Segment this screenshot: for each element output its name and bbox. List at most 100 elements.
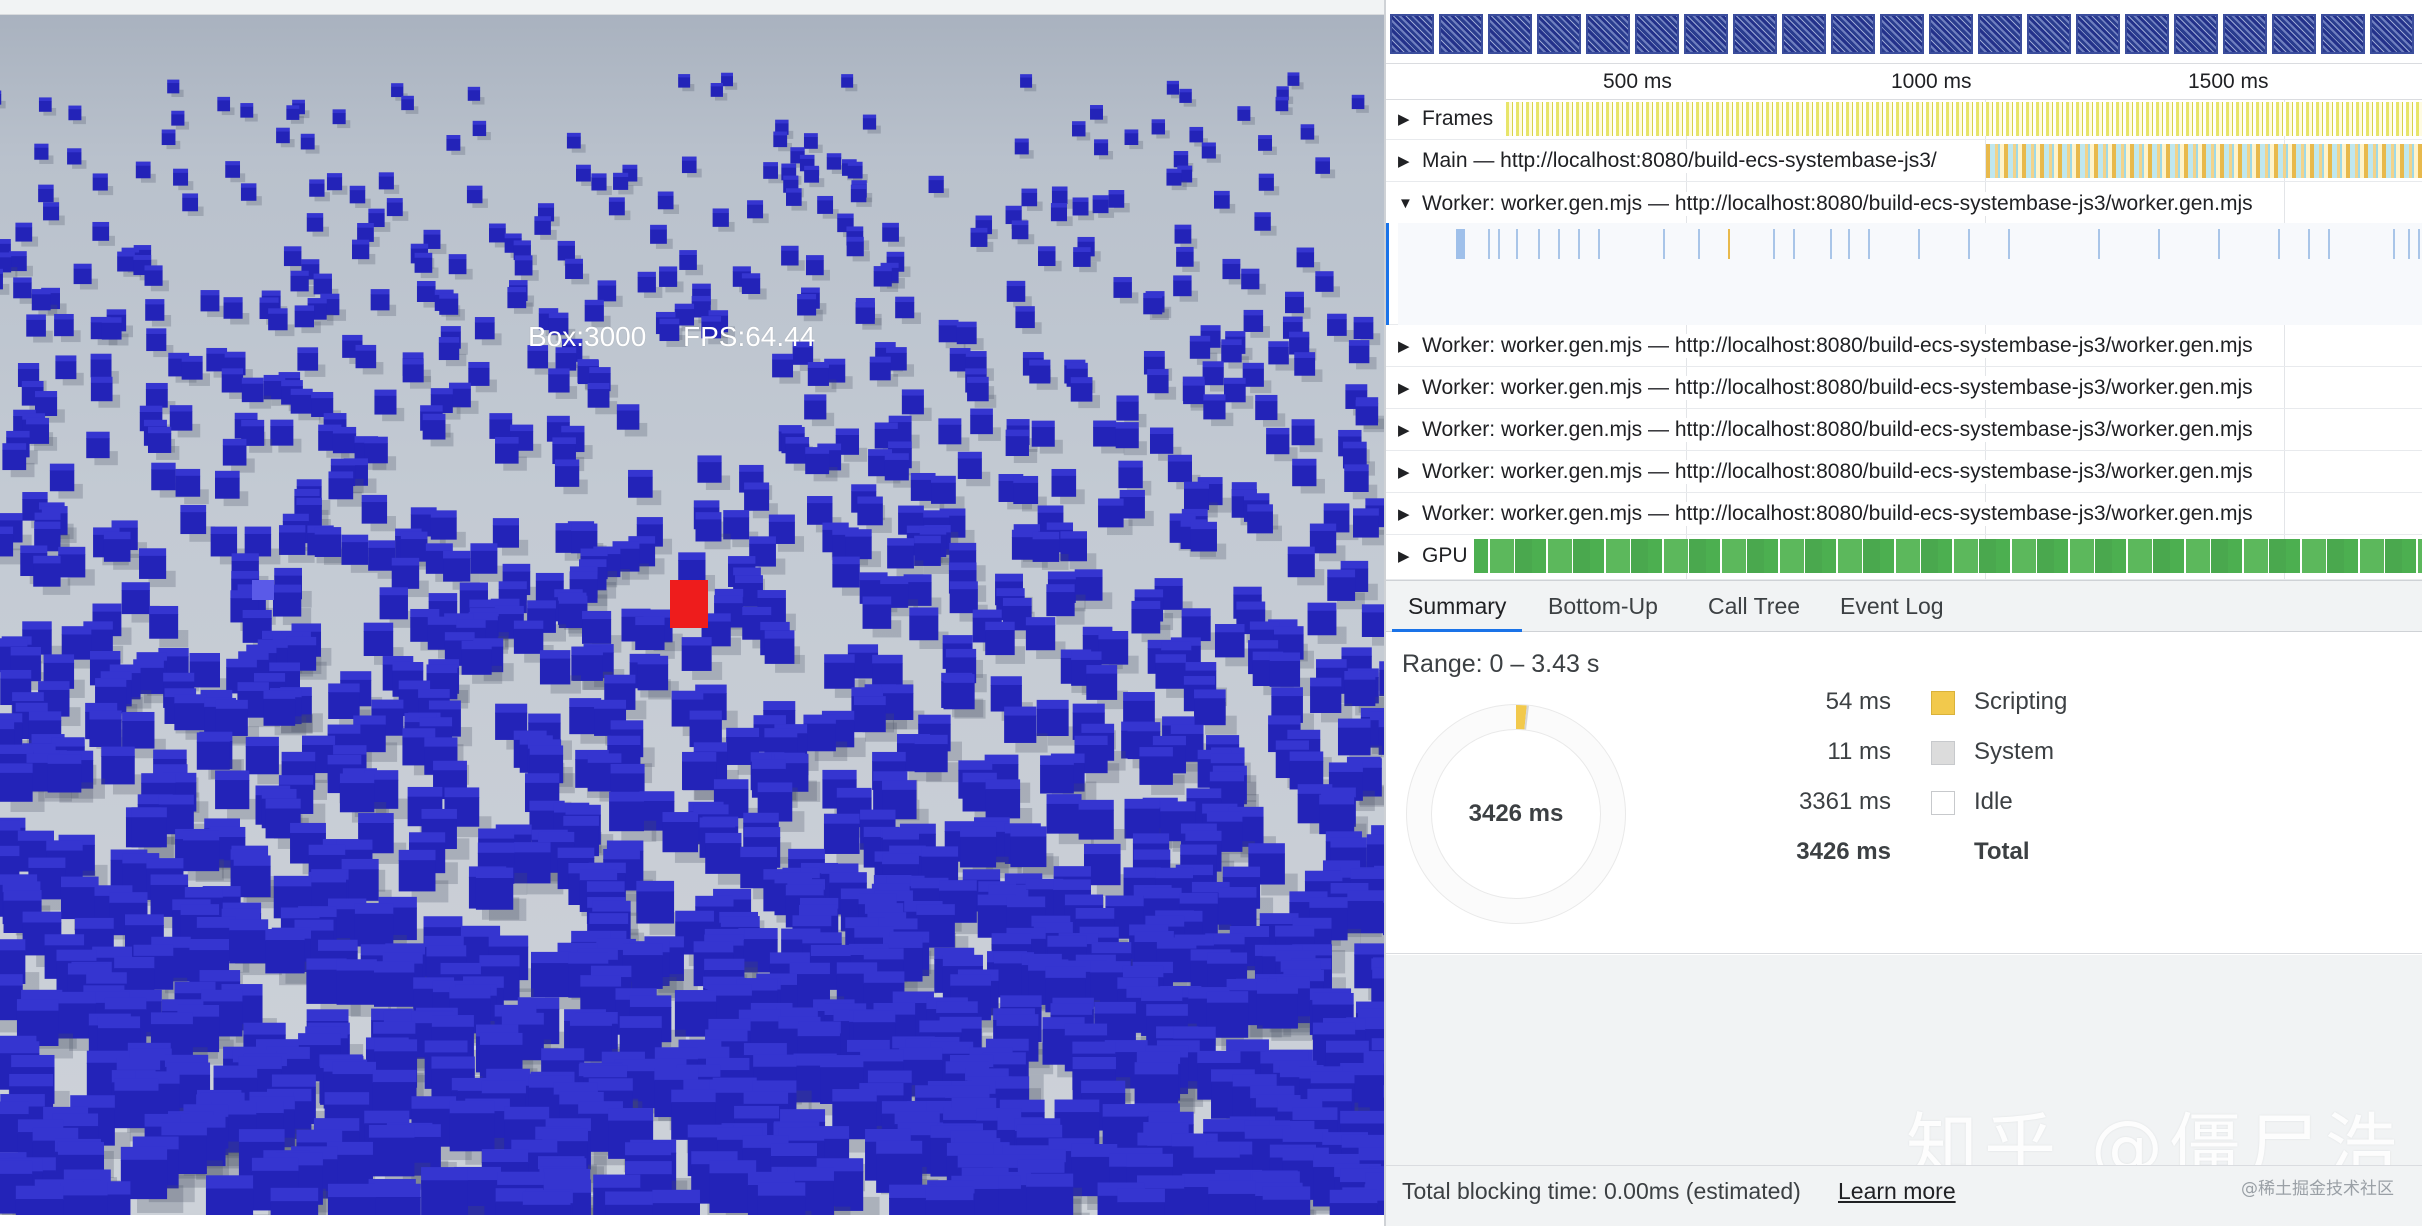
- track-label-worker: Worker: worker.gen.mjs — http://localhos…: [1422, 376, 2257, 400]
- tab-event-log[interactable]: Event Log: [1824, 581, 1960, 632]
- blue-cube: [805, 255, 830, 281]
- blue-cube: [1020, 74, 1037, 92]
- worker-task-bar[interactable]: [1558, 229, 1560, 259]
- screenshot-thumbnail[interactable]: [1439, 14, 1483, 54]
- worker-task-bar[interactable]: [2308, 229, 2310, 259]
- worker-task-bar[interactable]: [1462, 229, 1465, 259]
- worker-task-bar[interactable]: [2098, 229, 2100, 259]
- worker-task-bar[interactable]: [1830, 229, 1832, 259]
- screenshot-thumbnail[interactable]: [2125, 14, 2169, 54]
- track-worker-4[interactable]: ▶ Worker: worker.gen.mjs — http://localh…: [1386, 409, 2422, 451]
- screenshot-filmstrip[interactable]: [1386, 0, 2422, 64]
- screenshot-thumbnail[interactable]: [2027, 14, 2071, 54]
- track-frames[interactable]: ▶ Frames: [1386, 98, 2422, 140]
- screenshot-thumbnail[interactable]: [1733, 14, 1777, 54]
- expand-arrow-icon[interactable]: ▶: [1398, 421, 1410, 439]
- track-worker-2[interactable]: ▶ Worker: worker.gen.mjs — http://localh…: [1386, 325, 2422, 367]
- worker-task-bar[interactable]: [2278, 229, 2280, 259]
- worker-task-bar[interactable]: [2008, 229, 2010, 259]
- expand-arrow-icon[interactable]: ▶: [1398, 152, 1410, 170]
- track-label-worker: Worker: worker.gen.mjs — http://localhos…: [1422, 334, 2257, 358]
- track-worker-expanded[interactable]: ▼ Worker: worker.gen.mjs — http://localh…: [1386, 183, 2422, 325]
- track-gpu[interactable]: ▶ GPU: [1386, 535, 2422, 580]
- screenshot-thumbnail[interactable]: [1684, 14, 1728, 54]
- worker-task-bar[interactable]: [1868, 229, 1870, 259]
- worker-task-bar[interactable]: [1968, 229, 1970, 259]
- blue-cube: [882, 222, 905, 247]
- webgl-canvas[interactable]: Box:3000 FPS:64.44: [0, 15, 1384, 1215]
- worker-task-bar[interactable]: [1773, 229, 1775, 259]
- screenshot-thumbnail[interactable]: [1782, 14, 1826, 54]
- expand-arrow-icon[interactable]: ▶: [1398, 505, 1410, 523]
- blue-cube: [297, 347, 326, 377]
- frames-bars[interactable]: [1506, 102, 2422, 136]
- screenshot-thumbnail[interactable]: [2076, 14, 2120, 54]
- expand-arrow-icon[interactable]: ▶: [1398, 463, 1410, 481]
- blue-cube: [349, 185, 371, 209]
- blue-cube: [149, 605, 189, 648]
- track-worker-6[interactable]: ▶ Worker: worker.gen.mjs — http://localh…: [1386, 493, 2422, 535]
- track-worker-5[interactable]: ▶ Worker: worker.gen.mjs — http://localh…: [1386, 451, 2422, 493]
- blue-cube: [1292, 458, 1325, 494]
- screenshot-thumbnail[interactable]: [2272, 14, 2316, 54]
- collapse-arrow-icon[interactable]: ▼: [1398, 195, 1413, 212]
- worker-task-bar[interactable]: [2393, 229, 2395, 259]
- tab-bottom-up[interactable]: Bottom-Up: [1532, 581, 1674, 632]
- screenshot-thumbnail[interactable]: [1586, 14, 1630, 54]
- legend-row-total: 3426 ms Total: [1691, 838, 2191, 878]
- tab-summary[interactable]: Summary: [1392, 581, 1523, 632]
- expand-arrow-icon[interactable]: ▶: [1398, 547, 1410, 565]
- screenshot-thumbnail[interactable]: [1635, 14, 1679, 54]
- worker-task-bar[interactable]: [2218, 229, 2220, 259]
- worker-task-bar[interactable]: [2158, 229, 2160, 259]
- legend-row-system: 11 ms System: [1691, 738, 2191, 778]
- track-main[interactable]: ▶ Main — http://localhost:8080/build-ecs…: [1386, 140, 2422, 182]
- track-label-worker: Worker: worker.gen.mjs — http://localhos…: [1422, 460, 2257, 484]
- worker-task-bar[interactable]: [1793, 229, 1795, 259]
- worker-task-bar[interactable]: [1848, 229, 1850, 259]
- screenshot-thumbnail[interactable]: [1978, 14, 2022, 54]
- worker-task-bar[interactable]: [1663, 229, 1665, 259]
- worker-task-bar[interactable]: [2328, 229, 2330, 259]
- worker-task-bar[interactable]: [1538, 229, 1540, 259]
- screenshot-thumbnail[interactable]: [1390, 14, 1434, 54]
- worker-task-bar[interactable]: [1498, 229, 1500, 259]
- screenshot-thumbnail[interactable]: [1929, 14, 1973, 54]
- worker-task-bar[interactable]: [2418, 229, 2420, 259]
- worker-task-bar[interactable]: [2408, 229, 2410, 259]
- screenshot-thumbnail[interactable]: [1880, 14, 1924, 54]
- blue-cube: [374, 389, 405, 422]
- tab-call-tree[interactable]: Call Tree: [1692, 581, 1816, 632]
- gpu-activity[interactable]: [1474, 539, 2422, 573]
- track-worker-header[interactable]: ▼ Worker: worker.gen.mjs — http://localh…: [1386, 183, 2422, 225]
- blue-cube: [1243, 309, 1270, 338]
- expand-arrow-icon[interactable]: ▶: [1398, 379, 1410, 397]
- worker-task-bar[interactable]: [1516, 229, 1518, 259]
- track-worker-3[interactable]: ▶ Worker: worker.gen.mjs — http://localh…: [1386, 367, 2422, 409]
- devtools-performance-panel: 500 ms 1000 ms 1500 ms ▶ Frames ▶ Main —…: [1384, 0, 2422, 1226]
- screenshot-thumbnail[interactable]: [1488, 14, 1532, 54]
- screenshot-thumbnail[interactable]: [1537, 14, 1581, 54]
- screenshot-thumbnail[interactable]: [2321, 14, 2365, 54]
- blue-cube: [957, 451, 991, 487]
- screenshot-thumbnail[interactable]: [2370, 14, 2414, 54]
- blue-cube: [92, 221, 115, 246]
- blue-cube: [1014, 138, 1034, 159]
- worker-task-bar[interactable]: [1698, 229, 1700, 259]
- expand-arrow-icon[interactable]: ▶: [1398, 337, 1410, 355]
- blue-cube: [1254, 212, 1277, 236]
- learn-more-link[interactable]: Learn more: [1838, 1178, 1956, 1205]
- worker-task-bar[interactable]: [1598, 229, 1600, 259]
- worker-task-bar[interactable]: [1918, 229, 1920, 259]
- expand-arrow-icon[interactable]: ▶: [1398, 110, 1410, 128]
- worker-task-bar[interactable]: [1578, 229, 1580, 259]
- worker-task-bar[interactable]: [1488, 229, 1490, 259]
- worker-task-bar[interactable]: [1728, 229, 1730, 259]
- screenshot-thumbnail[interactable]: [2174, 14, 2218, 54]
- screenshot-thumbnail[interactable]: [1831, 14, 1875, 54]
- blue-cube: [637, 271, 663, 298]
- main-thread-activity[interactable]: [1986, 144, 2422, 178]
- track-label-main: Main — http://localhost:8080/build-ecs-s…: [1422, 149, 1941, 173]
- worker-flame-area[interactable]: [1398, 223, 2422, 325]
- screenshot-thumbnail[interactable]: [2223, 14, 2267, 54]
